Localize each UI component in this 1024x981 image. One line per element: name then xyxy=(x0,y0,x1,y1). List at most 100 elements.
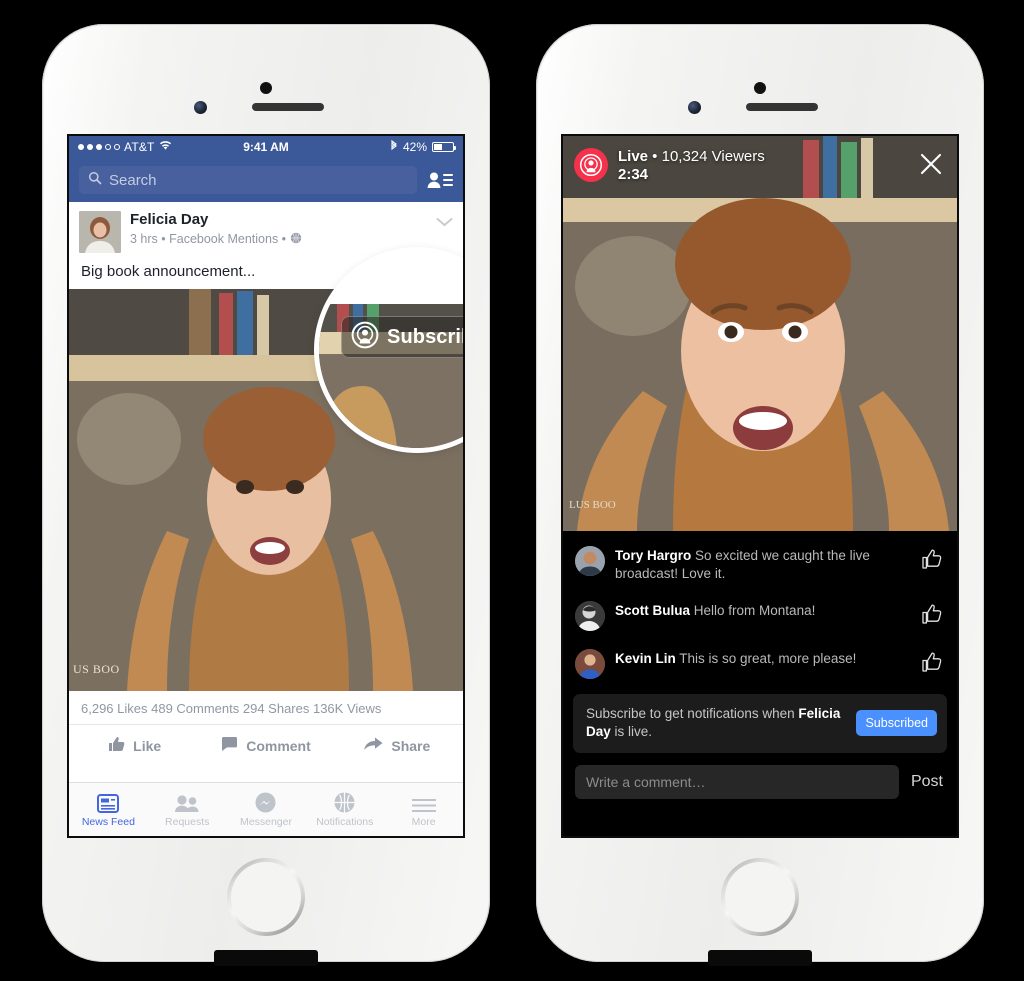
battery-percent-label: 42% xyxy=(402,140,427,154)
comment-label: Comment xyxy=(246,737,311,754)
proximity-sensor xyxy=(260,82,272,94)
search-input[interactable]: Search xyxy=(79,166,417,194)
tab-messenger[interactable]: Messenger xyxy=(227,783,306,836)
right-screen: LUS BOO Live • 10,324 Viewers 2:34 Tory … xyxy=(561,134,959,838)
live-header: Live • 10,324 Viewers 2:34 xyxy=(574,148,765,183)
friend-list-icon[interactable] xyxy=(427,169,453,191)
avatar[interactable] xyxy=(575,600,605,631)
subscribe-text-after: is live. xyxy=(610,724,653,740)
messenger-icon xyxy=(255,791,276,813)
live-comments-list: Tory Hargro So excited we caught the liv… xyxy=(563,531,957,688)
phone-top-bezel xyxy=(536,24,984,136)
globe-notifications-icon xyxy=(334,791,355,813)
proximity-sensor xyxy=(754,82,766,94)
like-button[interactable]: Like xyxy=(69,725,200,766)
earpiece-speaker xyxy=(746,103,818,111)
subscribe-banner: Subscribe to get notifications when Feli… xyxy=(573,693,947,753)
comment-body: Scott Bulua Hello from Montana! xyxy=(615,601,911,620)
home-button[interactable] xyxy=(721,858,799,936)
subscribed-button[interactable]: Subscribed xyxy=(856,710,937,737)
globe-icon xyxy=(290,232,302,247)
status-bar-left: AT&T xyxy=(78,140,172,154)
iphone-right-device: LUS BOO Live • 10,324 Viewers 2:34 Tory … xyxy=(536,24,984,966)
comment-composer: Write a comment… Post xyxy=(563,753,957,813)
screenshot-stage: AT&T 9:41 AM 42% Search Felicia Day 3 hr… xyxy=(0,0,1024,981)
tab-messenger-label: Messenger xyxy=(240,816,292,828)
comment-text: Hello from Montana! xyxy=(693,602,816,618)
comment-item: Kevin Lin This is so great, more please! xyxy=(563,640,957,688)
like-label: Like xyxy=(133,737,162,754)
thumbs-up-outline-icon[interactable] xyxy=(921,601,943,630)
post-header: Felicia Day 3 hrs • Facebook Mentions • xyxy=(69,202,463,259)
comment-body: Tory Hargro So excited we caught the liv… xyxy=(615,546,911,583)
avatar[interactable] xyxy=(575,648,605,679)
subscribe-magnifier-callout: Subscribe xyxy=(319,252,463,448)
comment-input[interactable]: Write a comment… xyxy=(575,764,899,799)
thumbs-up-icon xyxy=(108,736,125,755)
chevron-down-icon[interactable] xyxy=(436,211,453,233)
tab-notifications[interactable]: Notifications xyxy=(305,783,384,836)
thumbs-up-outline-icon[interactable] xyxy=(921,649,943,678)
comment-input-placeholder: Write a comment… xyxy=(586,773,706,790)
share-arrow-icon xyxy=(364,736,383,755)
post-author-name[interactable]: Felicia Day xyxy=(130,211,302,230)
live-viewer-count: 10,324 Viewers xyxy=(661,148,765,165)
engagement-stats: 6,296 Likes 489 Comments 294 Shares 136K… xyxy=(81,701,382,716)
earpiece-speaker xyxy=(252,103,324,111)
comment-author[interactable]: Tory Hargro xyxy=(615,548,691,563)
battery-icon xyxy=(432,142,456,152)
comment-author[interactable]: Kevin Lin xyxy=(615,651,676,666)
tab-requests[interactable]: Requests xyxy=(148,783,227,836)
avatar[interactable] xyxy=(79,211,121,253)
svg-text:LUS BOO: LUS BOO xyxy=(569,499,616,511)
front-camera xyxy=(194,101,207,114)
facebook-nav-bar: Search xyxy=(69,158,463,202)
live-elapsed-time: 2:34 xyxy=(618,166,649,183)
live-video-player[interactable]: LUS BOO Live • 10,324 Viewers 2:34 xyxy=(563,136,957,531)
tab-notifications-label: Notifications xyxy=(316,816,374,828)
post-actions: Like Comment Share xyxy=(69,724,463,766)
live-label: Live xyxy=(618,148,649,165)
status-bar: AT&T 9:41 AM 42% xyxy=(69,136,463,158)
share-button[interactable]: Share xyxy=(332,725,463,766)
post-comment-button[interactable]: Post xyxy=(911,773,945,791)
live-broadcast-person-icon xyxy=(351,321,379,354)
status-bar-right: 42% xyxy=(390,139,456,155)
live-broadcast-person-icon xyxy=(574,148,608,182)
subscribe-text-before: Subscribe to get notifications when xyxy=(586,705,799,721)
subscribe-button-label: Subscribe xyxy=(387,325,463,348)
magnifier-white-area xyxy=(319,252,463,304)
signal-strength-dots xyxy=(78,144,120,150)
device-bottom-slot xyxy=(214,950,318,966)
search-placeholder: Search xyxy=(109,171,157,189)
tab-bar: News Feed Requests Messenger Notificatio… xyxy=(69,782,463,836)
wifi-icon xyxy=(159,140,172,154)
friend-requests-icon xyxy=(174,791,200,813)
video-watermark: US BOO xyxy=(73,662,120,676)
device-bottom-slot xyxy=(708,950,812,966)
comment-author[interactable]: Scott Bulua xyxy=(615,603,690,618)
post-meta-text: 3 hrs • Facebook Mentions • xyxy=(130,232,287,247)
post-meta: 3 hrs • Facebook Mentions • xyxy=(130,232,302,247)
left-screen: AT&T 9:41 AM 42% Search Felicia Day 3 hr… xyxy=(67,134,465,838)
tab-more-label: More xyxy=(411,816,436,828)
tab-requests-label: Requests xyxy=(165,816,210,828)
news-feed-icon xyxy=(97,791,120,813)
subscribe-button[interactable]: Subscribe xyxy=(341,316,463,358)
magnifier-content: Subscribe xyxy=(319,252,463,448)
tab-news-feed-label: News Feed xyxy=(81,816,135,828)
close-icon[interactable] xyxy=(919,152,943,181)
thumbs-up-outline-icon[interactable] xyxy=(921,546,943,575)
avatar[interactable] xyxy=(575,546,605,576)
comment-body: Kevin Lin This is so great, more please! xyxy=(615,649,911,668)
comment-item: Tory Hargro So excited we caught the liv… xyxy=(563,537,957,592)
comment-button[interactable]: Comment xyxy=(200,725,331,766)
tab-more[interactable]: More xyxy=(384,783,463,836)
bluetooth-icon xyxy=(390,139,398,155)
carrier-label: AT&T xyxy=(124,140,155,154)
tab-news-feed[interactable]: News Feed xyxy=(69,783,148,836)
iphone-left-device: AT&T 9:41 AM 42% Search Felicia Day 3 hr… xyxy=(42,24,490,966)
home-button[interactable] xyxy=(227,858,305,936)
hamburger-menu-icon xyxy=(411,791,436,813)
share-label: Share xyxy=(391,737,431,754)
